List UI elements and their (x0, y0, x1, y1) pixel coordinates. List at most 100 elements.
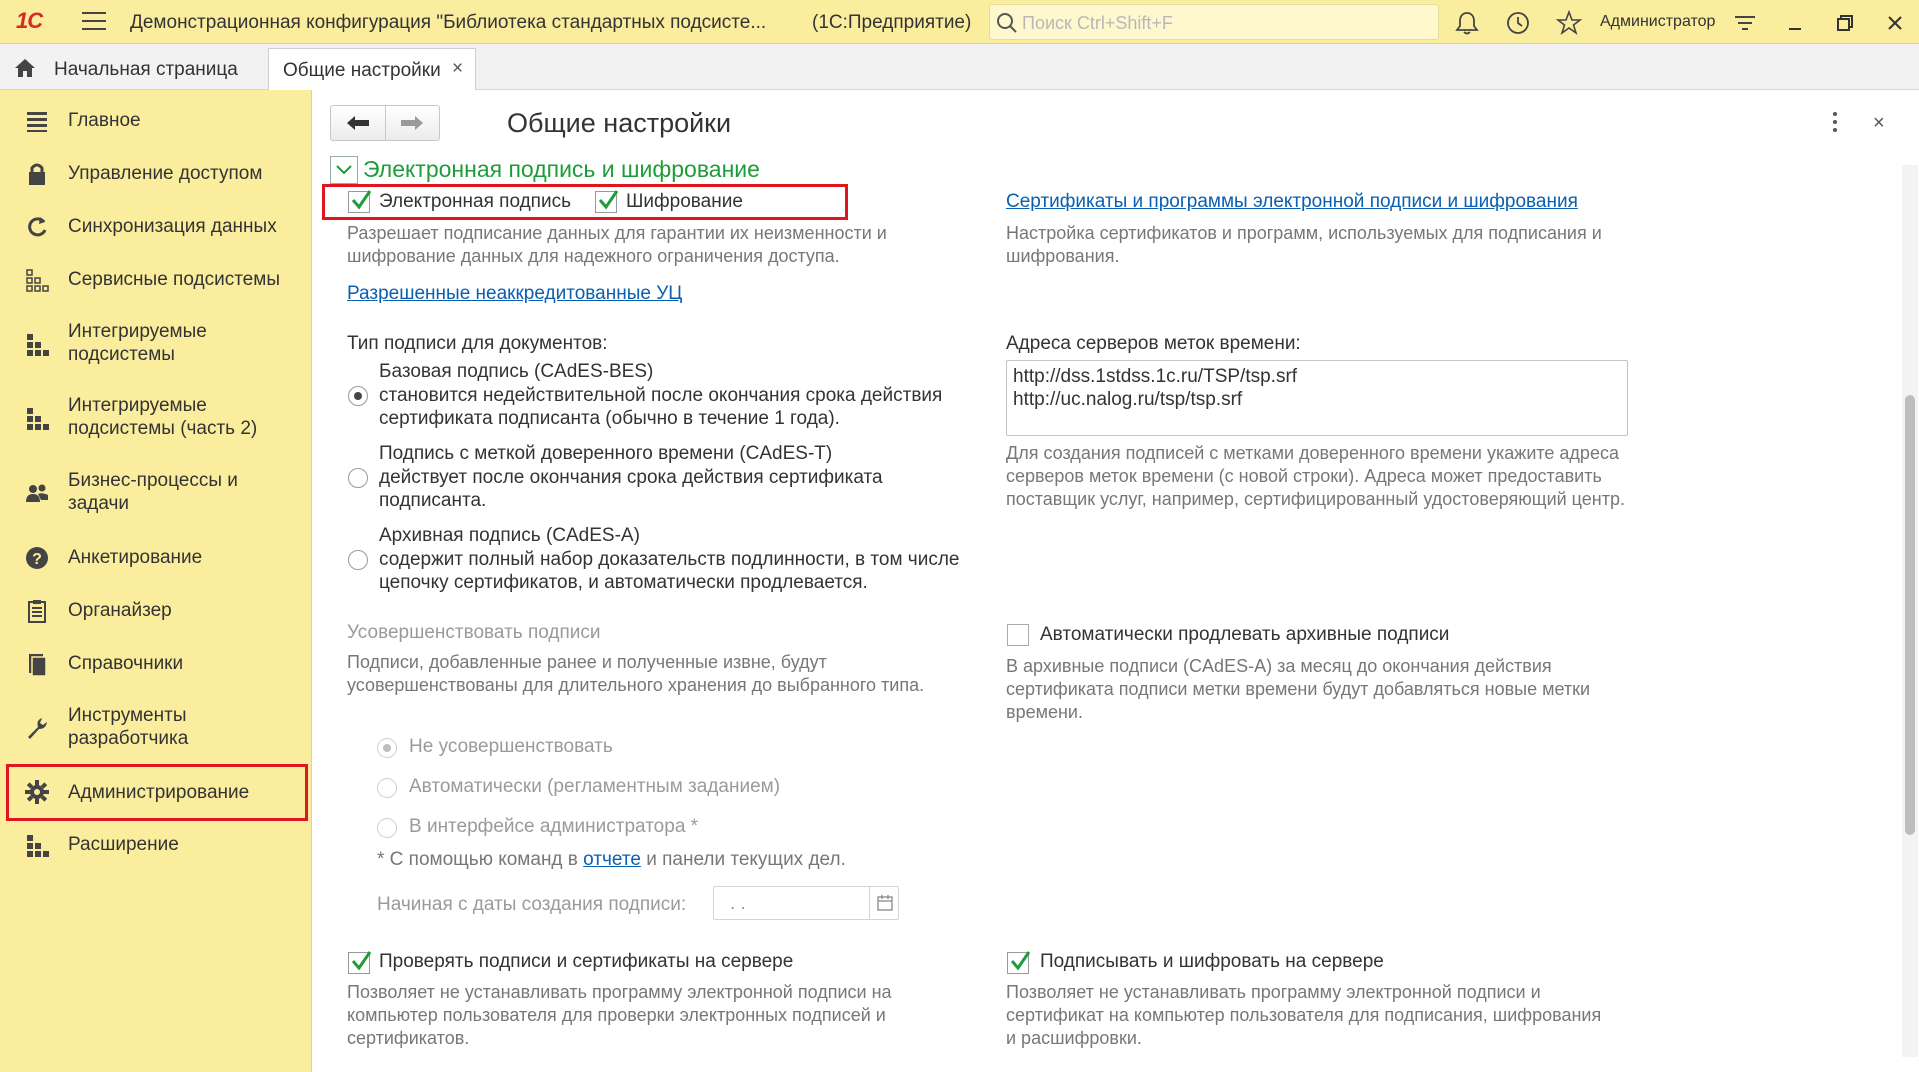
sidebar-item-label: Интегрируемые подсистемы (часть 2) (68, 395, 258, 439)
improve-hint: Подписи, добавленные ранее и полученные … (347, 652, 925, 695)
sidebar-item-label: Синхронизация данных (68, 216, 277, 237)
menu-lines-icon (27, 112, 47, 132)
calendar-button[interactable] (869, 887, 899, 919)
sidebar-item-dev-tools[interactable]: Инструменты разработчика (6, 703, 308, 753)
form-panel: Общие настройки × Электронная подпись и … (313, 90, 1919, 1072)
star-icon[interactable] (1556, 10, 1582, 36)
title-bar: 1С Демонстрационная конфигурация "Библио… (0, 0, 1919, 44)
sidebar-item-access[interactable]: Управление доступом (6, 159, 308, 189)
timestamp-hint: Для создания подписей с метками доверенн… (1006, 443, 1625, 509)
timestamp-servers-field[interactable]: http://dss.1stdss.1c.ru/TSP/tsp.srf http… (1006, 360, 1628, 436)
improve-label: Усовершенствовать подписи (347, 622, 601, 643)
books-icon (29, 654, 47, 677)
sidebar-item-integrated-2[interactable]: Интегрируемые подсистемы (часть 2) (6, 393, 308, 443)
signature-hint: Разрешает подписание данных для гарантии… (347, 223, 887, 266)
sidebar-item-label: Сервисные подсистемы (68, 269, 280, 290)
tabs-bar: Начальная страница Общие настройки × (0, 44, 1919, 90)
signature-checkbox[interactable] (348, 190, 372, 213)
close-window-icon[interactable] (1882, 10, 1908, 36)
main-menu-icon[interactable] (82, 12, 106, 32)
radio-no-improve[interactable] (377, 738, 397, 758)
link-report[interactable]: отчете (583, 849, 641, 870)
tab-home[interactable]: Начальная страница (0, 44, 266, 90)
link-unaccredited-ca[interactable]: Разрешенные неаккредитованные УЦ (347, 283, 682, 305)
sign-on-server-label[interactable]: Подписывать и шифровать на сервере (1040, 951, 1384, 973)
option-title[interactable]: Базовая подпись (CAdES-BES) (379, 361, 653, 383)
blocks-icon (27, 835, 49, 857)
gear-icon (25, 780, 49, 804)
check-icon (598, 190, 619, 210)
app-mode: (1С:Предприятие) (812, 12, 972, 33)
sidebar-item-sync[interactable]: Синхронизация данных (6, 212, 308, 242)
certificates-hint: Настройка сертификатов и программ, испол… (1006, 223, 1602, 266)
home-icon (15, 59, 35, 77)
sidebar-item-label: Расширение (68, 834, 179, 855)
option-title[interactable]: Не усовершенствовать (409, 736, 613, 758)
option-title[interactable]: Архивная подпись (CAdES-A) (379, 525, 640, 547)
vertical-scrollbar[interactable] (1902, 165, 1918, 1057)
tab-general-settings-label: Общие настройки (283, 60, 441, 81)
check-icon (1010, 951, 1031, 971)
sidebar-item-catalogs[interactable]: Справочники (6, 649, 308, 679)
user-name[interactable]: Администратор (1600, 13, 1715, 31)
chevron-down-icon (336, 165, 352, 175)
radio-cades-bes[interactable] (348, 386, 368, 406)
sign-on-server-hint: Позволяет не устанавливать программу эле… (1006, 982, 1602, 1048)
restore-icon[interactable] (1832, 10, 1858, 36)
encryption-checkbox[interactable] (595, 190, 619, 213)
check-on-server-checkbox[interactable] (348, 951, 372, 974)
scrollbar-thumb[interactable] (1905, 395, 1915, 835)
auto-extend-label[interactable]: Автоматически продлевать архивные подпис… (1040, 624, 1449, 646)
radio-cades-t[interactable] (348, 468, 368, 488)
footnote: * С помощью команд в отчете и панели тек… (377, 849, 846, 871)
encryption-label[interactable]: Шифрование (626, 191, 743, 213)
history-icon[interactable] (1505, 10, 1531, 36)
sidebar-item-business[interactable]: Бизнес-процессы и задачи (6, 468, 308, 518)
app-logo[interactable]: 1С (16, 8, 43, 34)
signature-type-label: Тип подписи для документов: (347, 333, 608, 354)
radio-cades-a[interactable] (348, 550, 368, 570)
sidebar-item-label: Управление доступом (68, 163, 263, 184)
wrench-icon (28, 718, 47, 739)
start-date-input[interactable]: . . (713, 886, 899, 920)
radio-auto-improve[interactable] (377, 778, 397, 798)
signature-label[interactable]: Электронная подпись (379, 191, 571, 213)
auto-extend-checkbox[interactable] (1007, 624, 1029, 646)
sidebar-item-administration[interactable]: Администрирование (6, 764, 308, 821)
tab-close-icon[interactable]: × (452, 58, 463, 80)
lock-icon (29, 163, 45, 185)
minimize-icon[interactable] (1782, 10, 1808, 36)
nav-buttons (330, 105, 440, 141)
check-icon (351, 951, 372, 971)
radio-admin-improve[interactable] (377, 818, 397, 838)
option-title[interactable]: Автоматически (регламентным заданием) (409, 776, 780, 798)
group-collapse-toggle[interactable] (330, 156, 358, 184)
settings-lines-icon[interactable] (1732, 10, 1758, 36)
auto-extend-hint: В архивные подписи (CAdES-A) за месяц до… (1006, 656, 1591, 722)
tab-general-settings[interactable]: Общие настройки × (268, 48, 476, 90)
sidebar-item-label: Справочники (68, 653, 184, 674)
sidebar-item-organizer[interactable]: Органайзер (6, 596, 308, 626)
link-certificates[interactable]: Сертификаты и программы электронной подп… (1006, 191, 1578, 213)
check-on-server-hint: Позволяет не устанавливать программу эле… (347, 982, 892, 1048)
sidebar-item-main[interactable]: Главное (6, 106, 308, 136)
close-form-icon[interactable]: × (1873, 112, 1885, 135)
bell-icon[interactable] (1454, 10, 1480, 36)
sidebar-item-integrated[interactable]: Интегрируемые подсистемы (6, 319, 308, 369)
sidebar-item-label: Администрирование (68, 782, 250, 803)
sidebar-item-extension[interactable]: Расширение (6, 830, 308, 860)
sidebar-item-label: Органайзер (68, 600, 172, 621)
search-input[interactable]: Поиск Ctrl+Shift+F (989, 4, 1439, 40)
option-title[interactable]: Подпись с меткой доверенного времени (CA… (379, 443, 832, 465)
sidebar-item-service[interactable]: Сервисные подсистемы (6, 265, 308, 295)
more-vertical-icon[interactable] (1830, 110, 1840, 134)
forward-arrow-icon[interactable] (399, 114, 425, 132)
search-placeholder: Поиск Ctrl+Shift+F (1022, 13, 1173, 33)
question-icon: ? (26, 547, 48, 569)
sign-on-server-checkbox[interactable] (1007, 951, 1031, 974)
option-description: действует после окончания срока действия… (379, 467, 883, 511)
back-arrow-icon[interactable] (345, 114, 371, 132)
option-title[interactable]: В интерфейсе администратора * (409, 816, 698, 838)
sidebar-item-survey[interactable]: ? Анкетирование (6, 543, 308, 573)
check-on-server-label[interactable]: Проверять подписи и сертификаты на серве… (379, 951, 793, 973)
